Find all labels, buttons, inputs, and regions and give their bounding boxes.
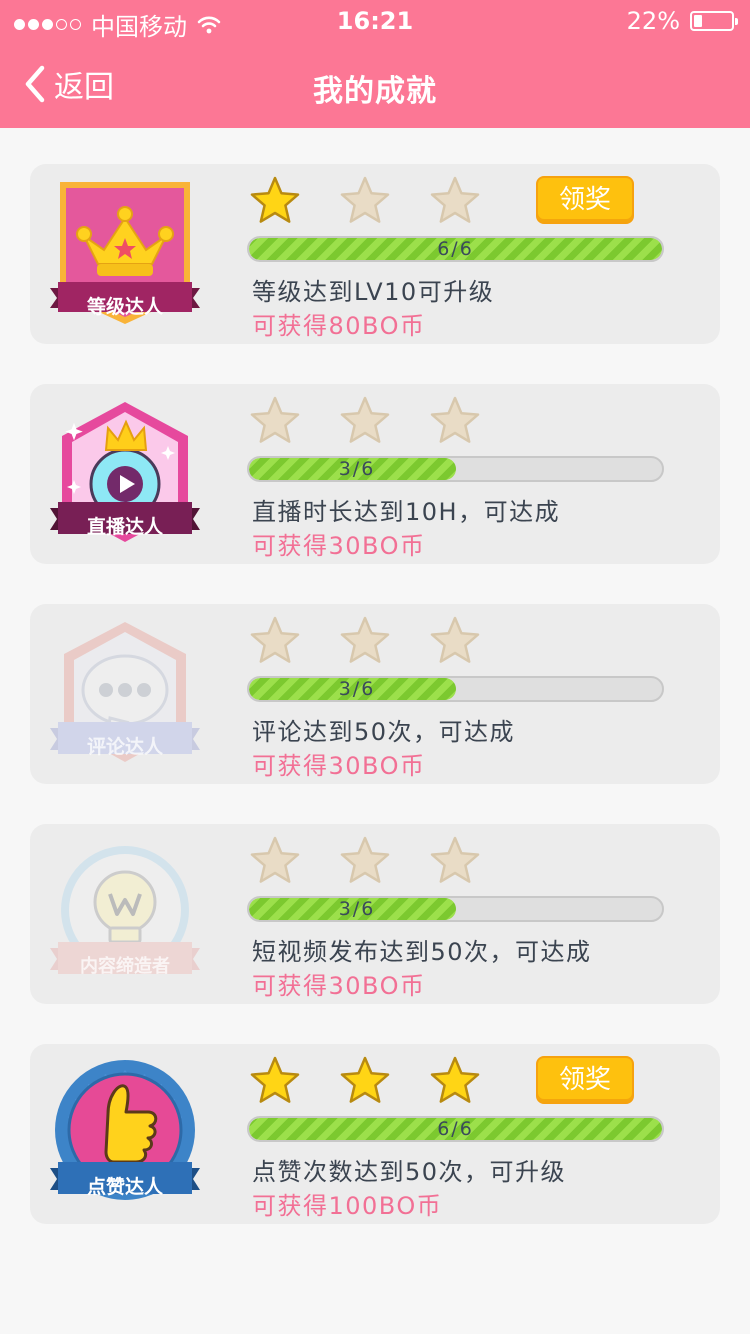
- star-icon: [248, 174, 302, 228]
- progress-text: 6/6: [437, 1118, 474, 1140]
- star-icon: [428, 614, 482, 668]
- battery-percent: 22%: [626, 7, 680, 35]
- achievement-card-level: 等级达人 领奖 6/6 等级达到LV10可升级 可获得80BO币: [30, 164, 720, 344]
- badge-label: 直播达人: [86, 516, 163, 538]
- nav-bar: 返回 我的成就: [0, 42, 750, 128]
- achievement-reward: 可获得30BO币: [252, 752, 426, 780]
- star-icon: [428, 1054, 482, 1108]
- claim-reward-button[interactable]: 领奖: [536, 1056, 634, 1104]
- star-icon: [338, 1054, 392, 1108]
- achievement-description: 评论达到50次，可达成: [252, 718, 516, 746]
- progress-text: 3/6: [338, 898, 376, 920]
- badge-label: 等级达人: [86, 296, 163, 318]
- achievement-card-comment: 评论达人 3/6 评论达到50次，可达成 可获得30BO币: [30, 604, 720, 784]
- badge-label: 内容缔造者: [80, 956, 170, 977]
- achievement-description: 点赞次数达到50次，可升级: [252, 1158, 567, 1186]
- achievement-reward: 可获得80BO币: [252, 312, 426, 340]
- star-icon: [338, 394, 392, 448]
- star-rating: [248, 1054, 508, 1110]
- achievement-description: 短视频发布达到50次，可达成: [252, 938, 592, 966]
- badge-label: 评论达人: [86, 736, 163, 758]
- star-icon: [338, 614, 392, 668]
- star-icon: [428, 174, 482, 228]
- star-rating: [248, 394, 508, 450]
- progress-text: 3/6: [338, 678, 376, 700]
- star-rating: [248, 834, 508, 890]
- star-icon: [248, 394, 302, 448]
- badge-label: 点赞达人: [86, 1176, 163, 1198]
- status-bar-right: 22%: [626, 7, 738, 35]
- achievement-card-live: 直播达人 3/6 直播时长达到10H，可达成 可获得30BO币: [30, 384, 720, 564]
- achievement-reward: 可获得30BO币: [252, 532, 426, 560]
- achievement-reward: 可获得100BO币: [252, 1192, 443, 1220]
- progress-text: 6/6: [437, 238, 474, 260]
- star-icon: [338, 834, 392, 888]
- star-rating: [248, 174, 508, 230]
- star-icon: [338, 174, 392, 228]
- status-bar: 中国移动 16:21 22%: [0, 0, 750, 42]
- achievement-description: 直播时长达到10H，可达成: [252, 498, 561, 526]
- progress-bar: 3/6: [247, 896, 664, 922]
- star-icon: [248, 1054, 302, 1108]
- battery-icon: [690, 11, 738, 31]
- achievement-card-like: 点赞达人 领奖 6/6 点赞次数达到50次，可升级 可获得100BO币: [30, 1044, 720, 1224]
- star-icon: [248, 834, 302, 888]
- progress-bar: 6/6: [247, 1116, 664, 1142]
- claim-reward-button[interactable]: 领奖: [536, 176, 634, 224]
- progress-bar: 6/6: [247, 236, 664, 262]
- progress-bar: 3/6: [247, 676, 664, 702]
- page-title: 我的成就: [313, 74, 437, 109]
- star-icon: [428, 834, 482, 888]
- achievement-reward: 可获得30BO币: [252, 972, 426, 1000]
- progress-text: 3/6: [338, 458, 376, 480]
- star-icon: [248, 614, 302, 668]
- achievement-card-creator: 内容缔造者 3/6 短视频发布达到50次，可达成 可获得30BO币: [30, 824, 720, 1004]
- progress-bar: 3/6: [247, 456, 664, 482]
- achievement-description: 等级达到LV10可升级: [252, 278, 495, 306]
- star-rating: [248, 614, 508, 670]
- star-icon: [428, 394, 482, 448]
